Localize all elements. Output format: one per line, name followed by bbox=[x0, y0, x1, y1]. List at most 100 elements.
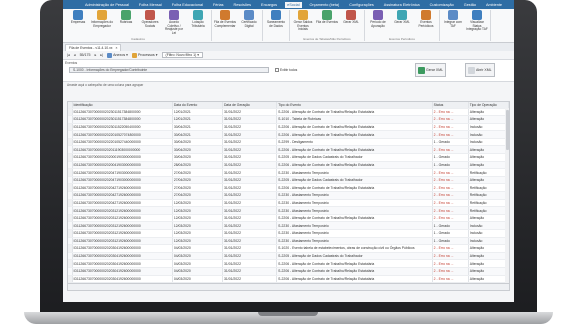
ribbon-button[interactable]: Empresas bbox=[67, 10, 89, 35]
table-row[interactable]: ID1126673070000002020312192600000000 12/0… bbox=[68, 221, 509, 230]
close-icon[interactable]: × bbox=[115, 45, 117, 51]
events-grid: Identificação Data do Evento Data de Geraç… bbox=[67, 101, 510, 291]
ribbon-button[interactable]: Lotação Tributária bbox=[187, 10, 209, 35]
prev-page-button[interactable]: ◂ bbox=[74, 53, 76, 57]
table-row[interactable]: ID1126673070000002020111903000000000 30/0… bbox=[68, 145, 509, 155]
table-row[interactable]: ID1126673070000002020312192600000000 12/0… bbox=[68, 229, 509, 238]
gerar-xml-button[interactable]: Gerar XML bbox=[415, 63, 447, 77]
ribbon-tab[interactable]: Orçamento (beta) bbox=[308, 2, 342, 8]
table-row[interactable]: ID1126673070000002020304192600000000 04/0… bbox=[68, 244, 509, 253]
ribbon-tab[interactable]: Folha Educacional bbox=[170, 2, 205, 8]
filter-dropdown[interactable]: (Filtro: Novo filtro 1) ▾ bbox=[161, 52, 203, 58]
ribbon-tab[interactable]: Férias bbox=[211, 2, 226, 8]
table-cell: 31/01/2022 bbox=[222, 237, 278, 246]
ribbon-button[interactable]: Operadores Sociais bbox=[139, 10, 161, 35]
next-page-button[interactable]: ▸ bbox=[95, 53, 97, 57]
table-row[interactable]: ID1126673070000002020304192600000000 04/0… bbox=[68, 252, 509, 261]
table-cell: 12/03/2020 bbox=[172, 221, 223, 230]
checkbox-box bbox=[275, 68, 279, 72]
table-cell: 2 - Erro na ... bbox=[432, 214, 469, 223]
ribbon-button-label: Empresas bbox=[70, 20, 86, 24]
ribbon-tab[interactable]: eSocial bbox=[285, 1, 302, 8]
ribbon-button-icon bbox=[472, 10, 482, 20]
table-row[interactable]: ID1126673070000002022010527074800000 30/0… bbox=[68, 130, 509, 139]
ribbon-button[interactable]: Gerar XML bbox=[340, 10, 362, 32]
last-page-button[interactable]: ▸| bbox=[100, 53, 103, 57]
ribbon-button[interactable]: Certificado Digital bbox=[238, 10, 260, 28]
ribbon-button[interactable]: Fila de Eventos bbox=[316, 10, 338, 32]
processos-button[interactable]: Processos ▾ bbox=[131, 52, 158, 58]
vertical-scrollbar[interactable] bbox=[505, 108, 509, 284]
table-row[interactable]: ID1126673070000002020304192600000000 04/0… bbox=[68, 275, 509, 284]
table-cell: ID1126673070000002020304192600000000 bbox=[72, 267, 173, 276]
first-page-button[interactable]: |◂ bbox=[67, 53, 70, 57]
table-cell: 31/01/2022 bbox=[222, 138, 278, 147]
ribbon-button[interactable]: Acordo Coletivo / Reajuste por Lei bbox=[163, 10, 185, 35]
table-cell: 2 - Erro na ... bbox=[432, 145, 469, 155]
table-row[interactable]: ID1126673070000002023011517384800000 12/0… bbox=[68, 108, 509, 117]
table-row[interactable]: ID1126673070000002020471903000000000 27/0… bbox=[68, 176, 509, 185]
table-cell: Retificação bbox=[468, 199, 509, 208]
table-cell: 12/01/2021 bbox=[172, 108, 223, 117]
ribbon-button[interactable]: Período de Apuração bbox=[367, 10, 389, 28]
table-row[interactable]: ID1126673070000002020312192600000000 12/0… bbox=[68, 237, 509, 246]
ribbon-group-title: Eventos Periódicos bbox=[389, 37, 415, 41]
ribbon-tab[interactable]: Folha Mensal bbox=[137, 2, 164, 8]
scrollbar-thumb[interactable] bbox=[505, 110, 509, 150]
table-cell: 31/01/2022 bbox=[222, 221, 278, 230]
table-cell: ID1126673070000002020304192600000000 bbox=[72, 275, 173, 284]
doc-tab-fila-eventos[interactable]: Fila de Eventos - v11.4.10.xx × bbox=[65, 44, 122, 51]
table-row[interactable]: ID1126673070000002023011522050400000 30/0… bbox=[68, 123, 509, 132]
table-row[interactable]: ID1126673070000002020304192600000000 04/0… bbox=[68, 267, 509, 276]
ribbon-tab[interactable]: Configurações bbox=[347, 2, 375, 8]
ribbon-group-items: Período de Apuração Gerar XML Eventos Peri… bbox=[367, 10, 437, 28]
ribbon-tab[interactable]: Encargos bbox=[259, 2, 279, 8]
exibir-todos-checkbox[interactable]: Exibir todos bbox=[275, 68, 297, 72]
ribbon-tab[interactable]: Assinatura Eletrônica bbox=[382, 2, 422, 8]
table-row[interactable]: ID1126673070000002020312192600000000 12/0… bbox=[68, 214, 509, 223]
table-row[interactable]: ID1126673070000002020427192600000000 12/0… bbox=[68, 199, 509, 208]
ribbon-button[interactable]: Fila de Eventos Complementar bbox=[214, 10, 236, 28]
ribbon-group-items: Saneamento de Dados bbox=[265, 10, 287, 28]
event-type-select[interactable]: S-1000 - Informações do Empregador/Contr… bbox=[69, 67, 269, 73]
ribbon-tab[interactable]: Customização bbox=[428, 2, 456, 8]
table-cell: 31/01/2022 bbox=[222, 123, 278, 132]
anexos-button[interactable]: Anexos ▾ bbox=[107, 52, 128, 58]
table-row[interactable]: ID1126673070000002020471903000000000 27/0… bbox=[68, 168, 509, 177]
table-cell: ID1126673070000002020312192600000000 bbox=[72, 214, 173, 223]
table-row[interactable]: ID1126673070000002023011517384800000 12/0… bbox=[68, 115, 509, 124]
table-cell: Alteração bbox=[468, 267, 509, 276]
table-row[interactable]: ID1126673070000002020304192600000000 04/0… bbox=[68, 259, 509, 268]
ribbon-button[interactable]: Informações do Empregador bbox=[91, 10, 113, 35]
ribbon-button[interactable]: Gerar Saldos Eventos Iniciais bbox=[292, 10, 314, 32]
ribbon-button[interactable]: Rubricas bbox=[115, 10, 137, 35]
ribbon-tab[interactable]: Gestão bbox=[462, 2, 478, 8]
table-row[interactable]: ID1126673070000002020001903000000000 30/0… bbox=[68, 153, 509, 162]
table-row[interactable]: ID1126673070000002020427192600000000 27/0… bbox=[68, 183, 509, 193]
table-cell: S-2205 - Alteração de Dados Cadastrais d… bbox=[276, 153, 433, 162]
ribbon-tab[interactable]: Rescisões bbox=[232, 2, 254, 8]
table-cell: Alteração bbox=[468, 252, 509, 261]
table-cell: S-2206 - Alteração de Contrato de Trabal… bbox=[276, 275, 433, 284]
table-cell: 31/01/2022 bbox=[222, 191, 278, 200]
ribbon-tab[interactable]: Ambiente bbox=[484, 2, 504, 8]
table-cell: S-2206 - Alteração de Contrato de Trabal… bbox=[276, 214, 433, 223]
table-row[interactable]: ID1126673070000002022010527440000000 30/0… bbox=[68, 138, 509, 147]
table-row[interactable]: ID1126673070000002020041903000000000 28/0… bbox=[68, 161, 509, 170]
ribbon-button[interactable]: Saneamento de Dados bbox=[265, 10, 287, 28]
table-cell: 31/01/2022 bbox=[222, 145, 278, 155]
ribbon-button[interactable]: Visualizar Status Integração TAF bbox=[466, 10, 488, 32]
ribbon-button-icon bbox=[421, 10, 431, 20]
table-row[interactable]: ID1126673070000002020312192600000000 12/0… bbox=[68, 206, 509, 215]
table-cell: ID1126673070000002020041903000000000 bbox=[72, 161, 173, 170]
table-cell: 30/04/2020 bbox=[172, 153, 223, 162]
table-row[interactable]: ID1126673070000002020427192600000000 27/0… bbox=[68, 191, 509, 200]
ribbon-button[interactable]: Integrar com TAF bbox=[442, 10, 464, 32]
ribbon-tab[interactable]: Administração de Pessoal bbox=[83, 2, 131, 8]
table-cell: S-2206 - Alteração de Contrato de Trabal… bbox=[276, 123, 433, 132]
xml-file-icon bbox=[468, 66, 475, 74]
ribbon-button[interactable]: Eventos Periódicos bbox=[415, 10, 437, 28]
ribbon-button[interactable]: Gerar XML bbox=[391, 10, 413, 28]
abrir-xml-button[interactable]: Abrir XML bbox=[465, 63, 495, 77]
table-cell: S-2206 - Alteração de Contrato de Trabal… bbox=[276, 161, 433, 170]
